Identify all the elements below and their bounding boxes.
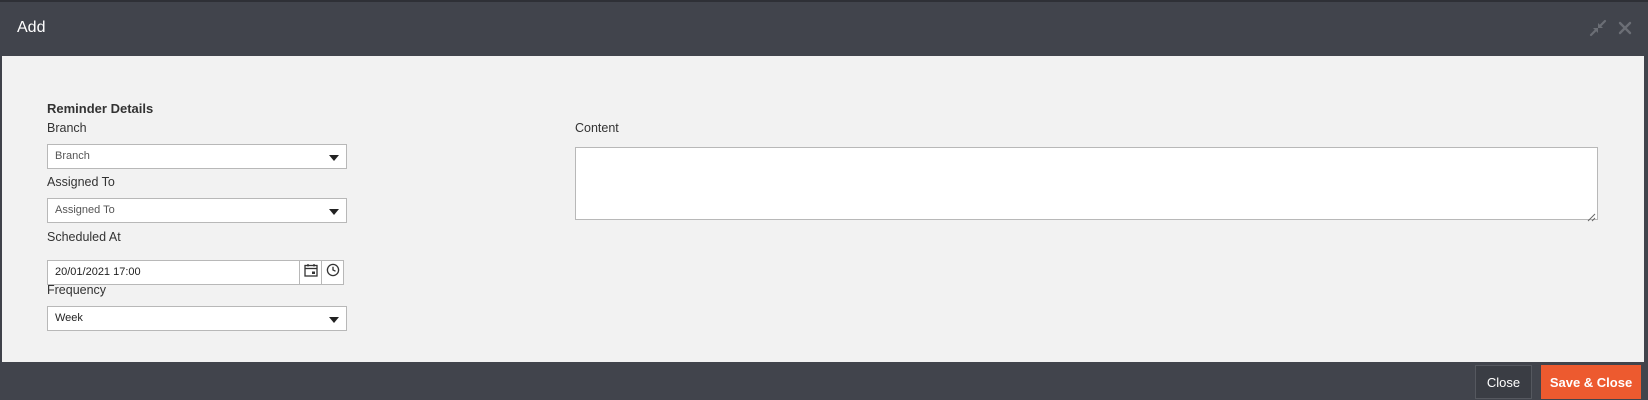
frequency-select[interactable]: Week <box>47 306 347 331</box>
assigned-to-label: Assigned To <box>47 175 115 189</box>
compress-arrows-icon[interactable] <box>1587 17 1609 39</box>
resize-grip-icon[interactable] <box>1587 209 1596 222</box>
clock-icon <box>326 263 340 282</box>
assigned-to-select[interactable]: Assigned To <box>47 198 347 223</box>
dialog-titlebar: Add <box>0 0 1648 56</box>
branch-label: Branch <box>47 121 87 135</box>
content-textarea[interactable] <box>575 147 1598 222</box>
dropdown-arrow-icon <box>329 155 339 161</box>
calendar-button[interactable] <box>299 260 322 285</box>
dialog-footer: Close Save & Close <box>0 362 1648 400</box>
dropdown-arrow-icon <box>329 209 339 215</box>
calendar-icon <box>303 263 318 282</box>
close-x-icon[interactable] <box>1614 17 1636 39</box>
add-reminder-dialog: Add Reminder Details Branch Branch Assig… <box>0 0 1648 400</box>
scheduled-at-input[interactable]: 20/01/2021 17:00 <box>47 260 300 285</box>
branch-placeholder: Branch <box>55 150 90 162</box>
content-label: Content <box>575 121 619 135</box>
dropdown-arrow-icon <box>329 317 339 323</box>
scheduled-at-label: Scheduled At <box>47 230 121 244</box>
dialog-title: Add <box>17 19 46 36</box>
dialog-right-edge <box>1644 56 1648 362</box>
branch-select[interactable]: Branch <box>47 144 347 169</box>
save-and-close-button[interactable]: Save & Close <box>1541 365 1641 399</box>
clock-button[interactable] <box>321 260 344 285</box>
close-button[interactable]: Close <box>1475 365 1532 399</box>
assigned-to-placeholder: Assigned To <box>55 204 115 216</box>
frequency-label: Frequency <box>47 283 107 297</box>
frequency-value: Week <box>55 312 83 324</box>
dialog-body: Reminder Details Branch Branch Assigned … <box>2 56 1644 362</box>
scheduled-at-value: 20/01/2021 17:00 <box>55 266 141 278</box>
section-title: Reminder Details <box>47 101 154 116</box>
